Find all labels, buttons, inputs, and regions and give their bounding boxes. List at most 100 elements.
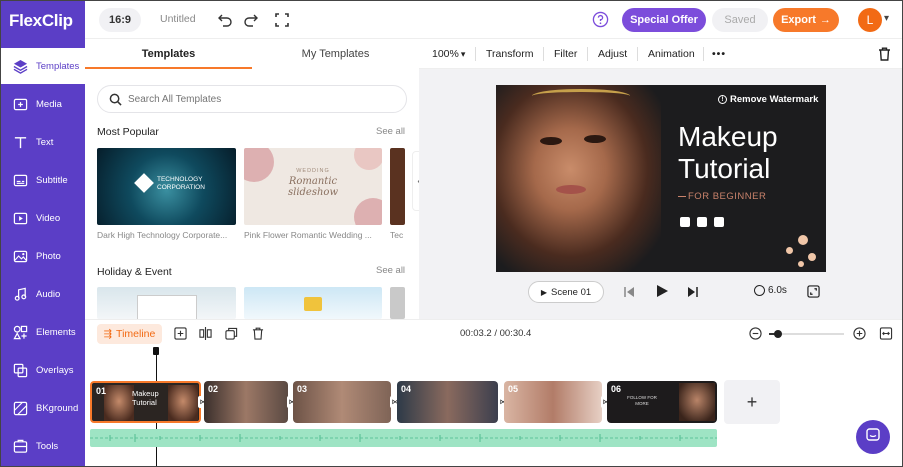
plus-icon: + [746, 391, 758, 412]
zoom-dropdown[interactable]: 100% ▾ [432, 39, 465, 69]
timeline-clip-06[interactable]: 06 FOLLOW FOR MORE [607, 381, 717, 423]
timeline-clip-04[interactable]: 04 [397, 381, 498, 423]
timeline-clip-01[interactable]: 01 Makeup Tutorial [90, 381, 201, 423]
templates-icon [12, 58, 28, 74]
canvas-subtitle[interactable]: FOR BEGINNER [688, 191, 766, 202]
zoom-slider-thumb[interactable] [774, 330, 782, 338]
sidebar-item-templates[interactable]: Templates [1, 48, 85, 84]
template-label: Pink Flower Romantic Wedding ... [244, 230, 372, 240]
sidebar-item-label: Templates [36, 60, 80, 72]
info-icon: ! [718, 95, 727, 104]
chat-support-button[interactable] [856, 420, 890, 454]
see-all-link[interactable]: See all [376, 265, 405, 276]
canvas-title-line1[interactable]: Makeup [678, 121, 778, 153]
instagram-icon [714, 217, 724, 227]
clip-caption: FOLLOW FOR MORE [627, 395, 657, 406]
template-thumb-wedding[interactable]: WEDDING Romantic slideshow [244, 148, 382, 225]
sidebar-item-audio[interactable]: Audio [1, 276, 85, 312]
search-box[interactable] [97, 85, 407, 113]
sidebar-item-subtitle[interactable]: Subtitle [1, 162, 85, 198]
fit-timeline-icon[interactable] [879, 327, 893, 345]
sidebar-item-media[interactable]: Media [1, 86, 85, 122]
audio-track[interactable] [90, 429, 717, 447]
special-offer-button[interactable]: Special Offer [622, 8, 706, 32]
timeline-clip-02[interactable]: 02 [204, 381, 288, 423]
sidebar-item-label: Overlays [36, 364, 74, 376]
skip-back-icon[interactable] [623, 285, 635, 303]
crown-decoration [304, 297, 322, 311]
undo-icon[interactable] [217, 12, 233, 33]
template-thumb-partial[interactable] [390, 148, 405, 225]
canvas-title-line2[interactable]: Tutorial [678, 153, 770, 185]
sidebar: FlexClip Templates Media Text Subtitle V… [1, 1, 85, 466]
filter-button[interactable]: Filter [554, 39, 577, 69]
scene-selector[interactable]: ▶ Scene 01 [528, 281, 604, 303]
decorative-dot [798, 261, 804, 267]
add-scene-icon[interactable] [174, 327, 187, 345]
delete-icon[interactable] [878, 47, 891, 66]
chat-icon [865, 427, 881, 448]
template-thumb-technology[interactable]: TECHNOLOGY CORPORATION [97, 148, 236, 225]
sidebar-item-photo[interactable]: Photo [1, 238, 85, 274]
clip-thumb-face [679, 383, 715, 421]
help-icon[interactable] [592, 11, 609, 33]
section-title-holiday-event: Holiday & Event [97, 266, 172, 278]
sidebar-item-label: Video [36, 212, 61, 224]
timeline-clip-03[interactable]: 03 [293, 381, 391, 423]
video-canvas[interactable]: ! Remove Watermark Makeup Tutorial FOR B… [496, 85, 826, 272]
chevron-down-icon[interactable]: ▾ [884, 13, 889, 24]
sidebar-item-video[interactable]: Video [1, 200, 85, 236]
timeline-clip-05[interactable]: 05 [504, 381, 602, 423]
sidebar-item-text[interactable]: Text [1, 124, 85, 160]
expand-icon[interactable] [807, 285, 820, 303]
zoom-out-icon[interactable] [749, 327, 762, 345]
remove-watermark-button[interactable]: ! Remove Watermark [718, 94, 818, 105]
sidebar-item-elements[interactable]: Elements [1, 314, 85, 350]
template-thumb-holiday-2[interactable] [244, 287, 382, 319]
delete-icon[interactable] [252, 327, 264, 345]
clip-thumb-face [104, 385, 134, 421]
scene-duration[interactable]: 6.0s [754, 285, 787, 296]
animation-button[interactable]: Animation [648, 39, 695, 69]
transform-button[interactable]: Transform [486, 39, 533, 69]
subtitle-rule [678, 196, 686, 197]
sidebar-item-label: Audio [36, 288, 61, 300]
media-icon [12, 96, 28, 112]
lips-detail [556, 185, 586, 194]
logo-text: Flex [9, 11, 42, 30]
avatar[interactable]: L [858, 8, 882, 32]
more-icon[interactable]: ••• [712, 39, 726, 69]
tab-my-templates[interactable]: My Templates [252, 39, 419, 69]
clip-number: 01 [96, 386, 107, 396]
saved-button[interactable]: Saved [712, 8, 768, 32]
zoom-in-icon[interactable] [853, 327, 866, 345]
sidebar-item-bkground[interactable]: BKground [1, 390, 85, 426]
tab-templates[interactable]: Templates [85, 39, 252, 69]
add-clip-button[interactable]: + [724, 380, 780, 424]
flower-decoration [244, 148, 274, 182]
sidebar-item-overlays[interactable]: Overlays [1, 352, 85, 388]
duration-value: 6.0s [768, 285, 787, 296]
search-input[interactable] [128, 91, 388, 107]
fullscreen-icon[interactable] [274, 12, 290, 33]
split-icon[interactable] [199, 327, 212, 345]
redo-icon[interactable] [243, 12, 259, 33]
elements-icon [12, 324, 28, 340]
project-name[interactable]: Untitled [160, 13, 196, 25]
see-all-link[interactable]: See all [376, 126, 405, 137]
skip-forward-icon[interactable] [687, 285, 699, 303]
heart-icon [697, 217, 707, 227]
template-thumb-holiday-1[interactable] [97, 287, 236, 319]
timeline-toggle-button[interactable]: ⇶ Timeline [97, 324, 162, 344]
template-thumb-partial[interactable] [390, 287, 405, 319]
aspect-ratio-button[interactable]: 16:9 [99, 8, 141, 32]
duplicate-icon[interactable] [225, 327, 238, 345]
adjust-button[interactable]: Adjust [598, 39, 627, 69]
sidebar-item-tools[interactable]: Tools [1, 428, 85, 464]
play-icon[interactable] [655, 284, 669, 303]
flower-decoration [354, 148, 382, 170]
export-button[interactable]: Export → [773, 8, 839, 32]
tools-icon [12, 438, 28, 454]
logo[interactable]: FlexClip [9, 11, 79, 35]
divider [475, 47, 476, 61]
